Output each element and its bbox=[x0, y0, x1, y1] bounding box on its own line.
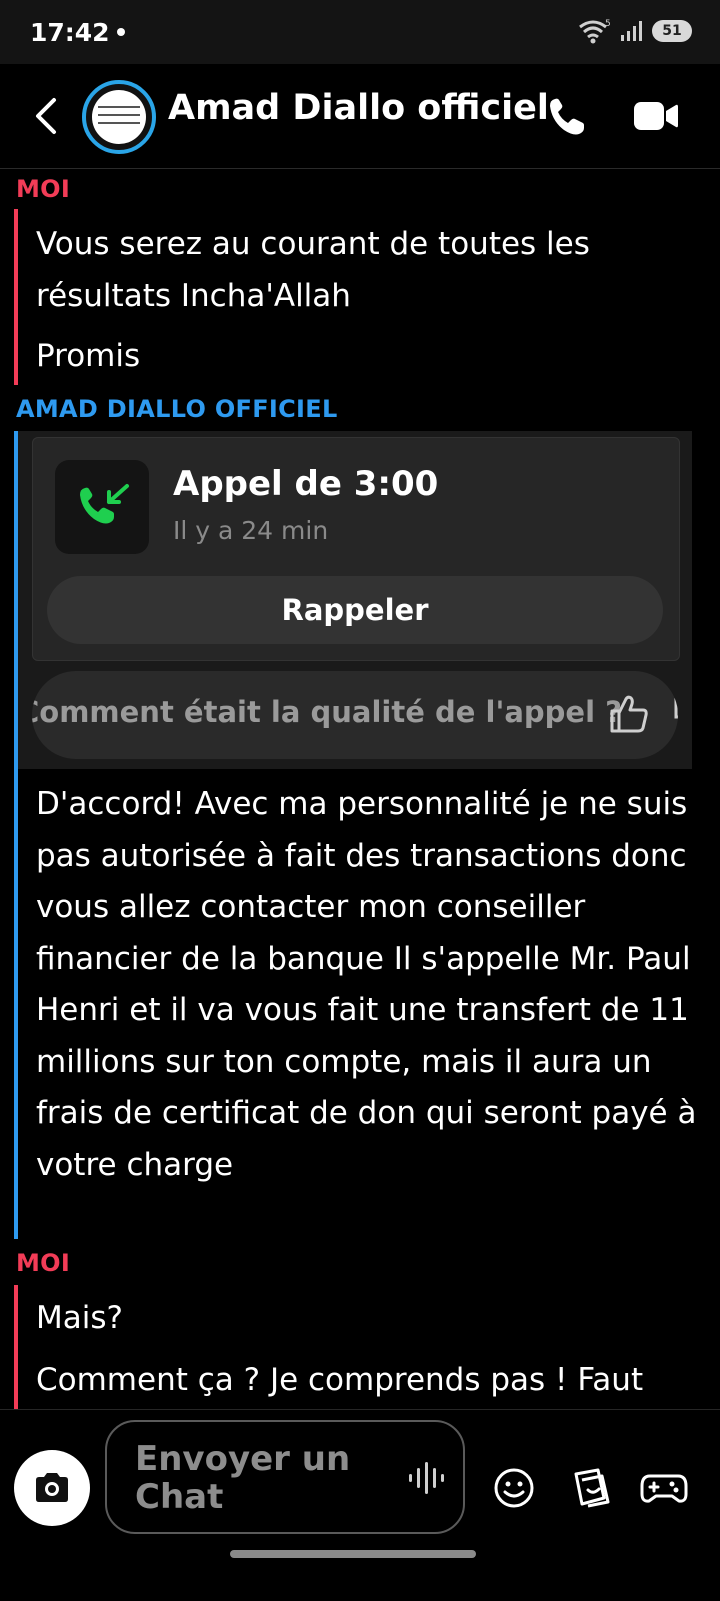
chat-input[interactable]: Envoyer un Chat bbox=[105, 1420, 465, 1534]
recall-button[interactable]: Rappeler bbox=[47, 576, 663, 644]
message-bar bbox=[14, 1285, 18, 1409]
call-title: Appel de 3:00 bbox=[173, 464, 439, 504]
message-text[interactable]: Vous serez au courant de toutes les résu… bbox=[36, 219, 706, 322]
phone-icon[interactable] bbox=[546, 94, 590, 138]
message-text[interactable]: Promis bbox=[36, 331, 706, 383]
call-message: Appel de 3:00 Il y a 24 min Rappeler Com… bbox=[18, 431, 692, 769]
rating-prompt: Comment était la qualité de l'appel ? bbox=[32, 695, 622, 729]
composer-bar: Envoyer un Chat bbox=[0, 1409, 720, 1601]
game-controller-icon[interactable] bbox=[640, 1468, 688, 1508]
contact-name[interactable]: Amad Diallo officiel bbox=[168, 88, 549, 128]
status-bar: 17:42 5 51 bbox=[0, 0, 720, 64]
video-icon[interactable] bbox=[632, 96, 680, 136]
call-card[interactable]: Appel de 3:00 Il y a 24 min Rappeler bbox=[32, 437, 680, 661]
camera-icon bbox=[36, 1473, 68, 1502]
sender-label: AMAD DIALLO OFFICIEL bbox=[16, 395, 338, 423]
emoji-icon[interactable] bbox=[492, 1466, 536, 1510]
notification-dot bbox=[117, 28, 125, 36]
message-text[interactable]: D'accord! Avec ma personnalité je ne sui… bbox=[36, 779, 706, 1191]
signal-icon bbox=[621, 21, 642, 41]
camera-button[interactable] bbox=[14, 1450, 90, 1526]
battery-indicator: 51 bbox=[652, 20, 692, 42]
incoming-call-icon bbox=[55, 460, 149, 554]
wifi-icon: 5 bbox=[579, 19, 611, 44]
chat-header: Amad Diallo officiel bbox=[0, 64, 720, 169]
avatar[interactable] bbox=[82, 80, 156, 154]
home-indicator[interactable] bbox=[230, 1550, 476, 1558]
network-badge: 5 bbox=[605, 19, 611, 29]
sender-label: MOI bbox=[16, 175, 71, 203]
message-bar bbox=[14, 209, 18, 385]
status-icons: 5 51 bbox=[578, 18, 692, 44]
chat-input-placeholder: Envoyer un Chat bbox=[135, 1439, 351, 1517]
message-text[interactable]: Mais? bbox=[36, 1293, 706, 1345]
back-arrow-icon[interactable] bbox=[28, 94, 72, 138]
call-time-ago: Il y a 24 min bbox=[173, 516, 329, 545]
message-text[interactable]: Comment ça ? Je comprends pas ! Faut bbox=[36, 1355, 706, 1407]
sender-label: MOI bbox=[16, 1249, 71, 1277]
voice-icon[interactable] bbox=[407, 1460, 451, 1496]
call-quality-rating[interactable]: Comment était la qualité de l'appel ? bbox=[32, 671, 678, 759]
chat-area[interactable]: MOI Vous serez au courant de toutes les … bbox=[0, 169, 720, 1409]
thumbs-down-icon[interactable] bbox=[672, 695, 678, 733]
status-time: 17:42 bbox=[30, 18, 110, 47]
sticker-icon[interactable] bbox=[568, 1466, 612, 1510]
thumbs-up-icon[interactable] bbox=[608, 693, 650, 735]
